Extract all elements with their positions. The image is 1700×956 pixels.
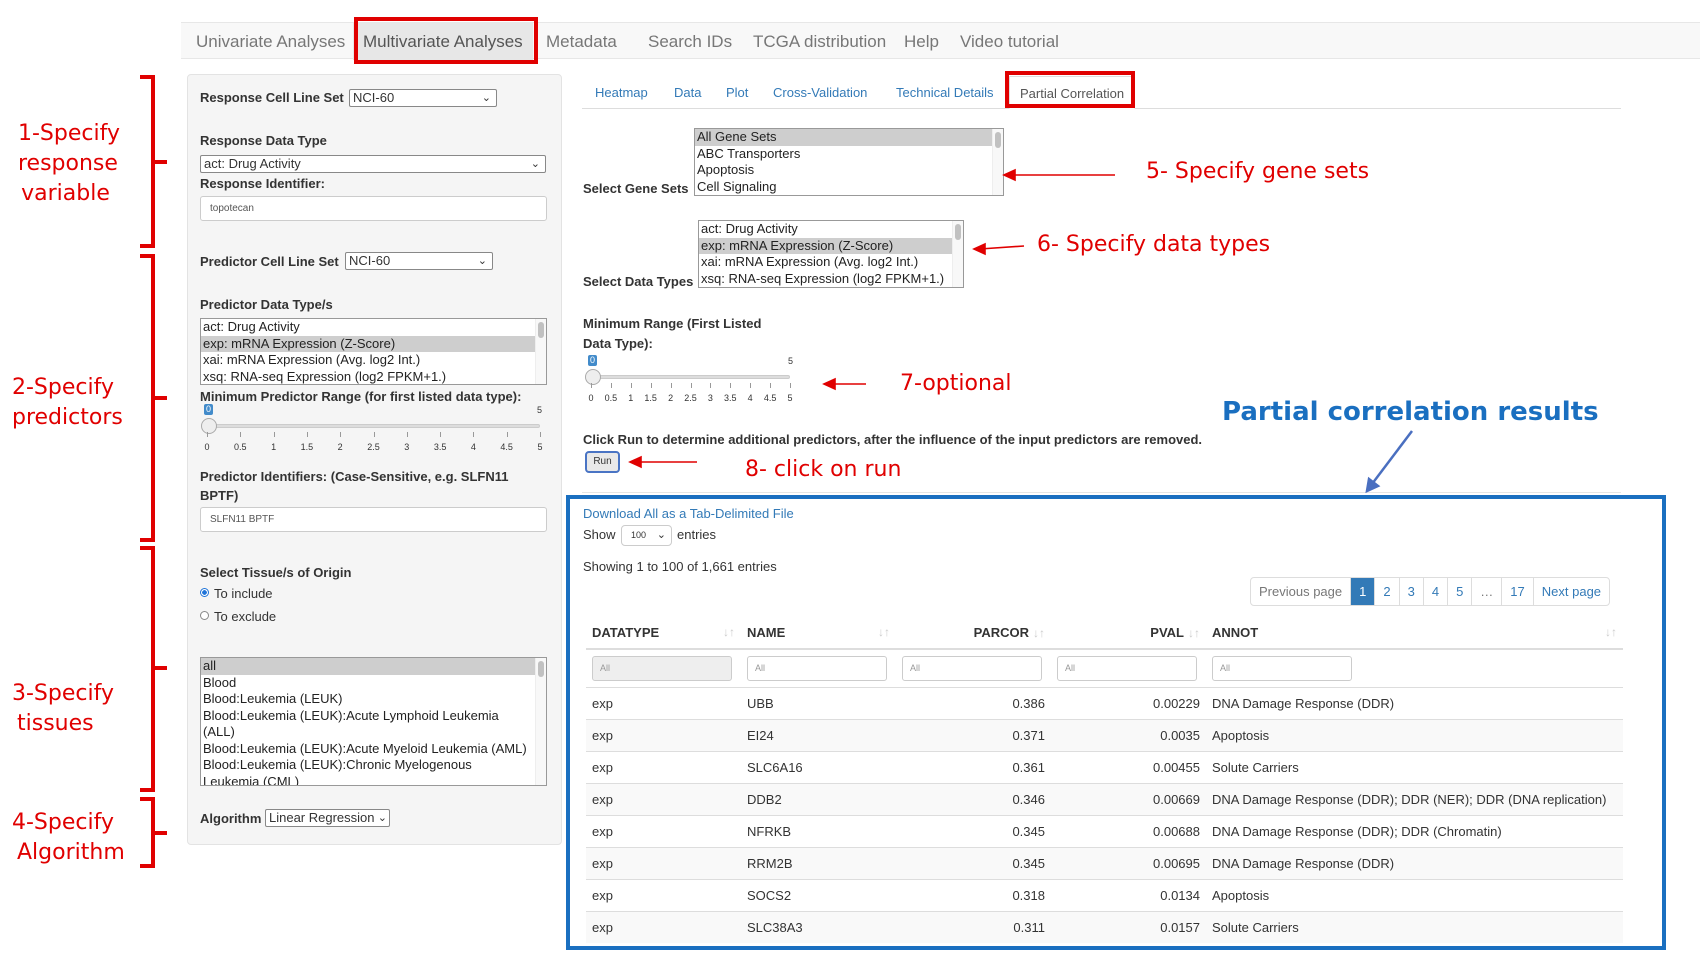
annotation-line: 3-Specify xyxy=(12,681,114,706)
brace-step1 xyxy=(140,75,167,248)
annotation-line: response xyxy=(18,151,118,176)
arrow-head-icon xyxy=(972,242,986,256)
annotation-step2: 2-Specify predictors xyxy=(12,373,123,433)
arrow-results xyxy=(1371,430,1413,485)
brace-step3 xyxy=(140,546,167,792)
annotation-line: 1-Specify xyxy=(18,121,120,146)
annotation-step1: 1-Specify response variable xyxy=(18,119,120,209)
arrow-head-icon xyxy=(1365,476,1381,494)
brace-step4 xyxy=(140,797,167,868)
annotation-step4: 4-Specify Algorithm xyxy=(12,808,125,868)
annotation-line: tissues xyxy=(17,711,94,736)
annotation-step3: 3-Specify tissues xyxy=(12,679,114,739)
annotation-line: 4-Specify xyxy=(12,810,114,835)
arrow-head-icon xyxy=(822,377,836,391)
annotation-results-title: Partial correlation results xyxy=(1222,397,1599,427)
annotation-step7: 7-optional xyxy=(900,371,1012,396)
arrow-step6 xyxy=(979,245,1025,250)
annotation-line: Algorithm xyxy=(17,840,125,865)
annotation-step5: 5- Specify gene sets xyxy=(1146,159,1370,184)
annotation-step8: 8- click on run xyxy=(745,457,902,482)
annotation-line: predictors xyxy=(12,405,123,430)
annotation-line: 2-Specify xyxy=(12,375,114,400)
arrow-head-icon xyxy=(628,455,642,469)
annotation-step6: 6- Specify data types xyxy=(1037,232,1271,257)
arrow-head-icon xyxy=(1002,168,1016,182)
annotation-line: variable xyxy=(21,181,110,206)
brace-step2 xyxy=(140,254,167,542)
